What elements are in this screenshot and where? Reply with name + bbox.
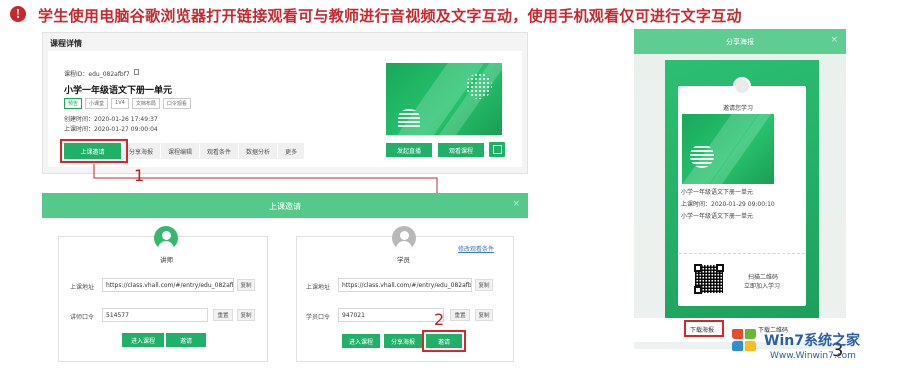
poster-description: 小学一年级语文下册一单元 [681, 213, 754, 220]
teacher-reset-code-button[interactable]: 重置 [213, 309, 233, 321]
poster-avatar [733, 77, 751, 95]
student-reset-code-button[interactable]: 重置 [450, 309, 470, 321]
teacher-address-field[interactable]: https://class.vhall.com/#/entry/edu_082a… [102, 278, 234, 292]
join-learning-text: 立即加入学习 [744, 283, 781, 290]
poster-course-thumbnail [682, 114, 774, 184]
highlight-student-invite [422, 330, 466, 352]
teacher-avatar [154, 226, 178, 250]
poster-course-name: 小学一年级语文下册一单元 [681, 189, 754, 196]
teacher-code-field[interactable]: 514577 [102, 308, 208, 322]
qr-code-image [693, 263, 725, 295]
teacher-invite-button[interactable]: 邀请 [166, 333, 206, 347]
annotation-step-2: 2 [434, 310, 445, 329]
teacher-role: 讲师 [160, 256, 173, 264]
student-role: 学员 [397, 256, 410, 264]
student-share-poster-button[interactable]: 分享海报 [384, 334, 422, 348]
edit-view-conditions-link[interactable]: 修改观看条件 [458, 244, 494, 253]
teacher-address-label: 上课地址 [70, 284, 95, 291]
share-poster-header: 分享海报 × [634, 29, 846, 54]
invite-dialog-header: 上课邀请 × [42, 193, 528, 218]
close-icon[interactable]: × [830, 35, 838, 45]
student-copy-code-button[interactable]: 复制 [475, 309, 493, 321]
poster-divider [679, 253, 805, 254]
student-address-label: 上课地址 [306, 284, 331, 291]
student-code-label: 学员口令 [306, 314, 331, 321]
watermark-url: Www.Winwin7.com [770, 351, 856, 361]
student-copy-address-button[interactable]: 复制 [475, 279, 493, 291]
close-icon[interactable]: × [512, 199, 520, 209]
annotation-step-1: 1 [134, 166, 145, 185]
student-code-field[interactable]: 947021 [338, 308, 444, 322]
scan-qr-text: 扫描二维码 [748, 274, 779, 281]
share-poster-title: 分享海报 [726, 38, 754, 46]
windows-logo-icon [730, 326, 758, 354]
invite-dialog-title: 上课邀请 [269, 202, 301, 211]
download-poster-button[interactable]: 下载海报 [690, 325, 714, 334]
teacher-copy-code-button[interactable]: 复制 [237, 309, 255, 321]
teacher-code-label: 讲师口令 [70, 314, 95, 321]
poster-invite-text: 邀请您学习 [723, 105, 754, 112]
student-address-field[interactable]: https://class.vhall.com/#/entry/edu_082a… [338, 278, 472, 292]
poster-start-time: 上课时间：2020-01-29 09:00:10 [681, 201, 775, 208]
watermark-brand: Win7系统之家 [764, 333, 860, 349]
student-avatar [392, 226, 416, 250]
teacher-copy-address-button[interactable]: 复制 [237, 279, 255, 291]
student-enter-course-button[interactable]: 进入课程 [342, 334, 380, 348]
teacher-enter-course-button[interactable]: 进入课程 [122, 333, 164, 347]
